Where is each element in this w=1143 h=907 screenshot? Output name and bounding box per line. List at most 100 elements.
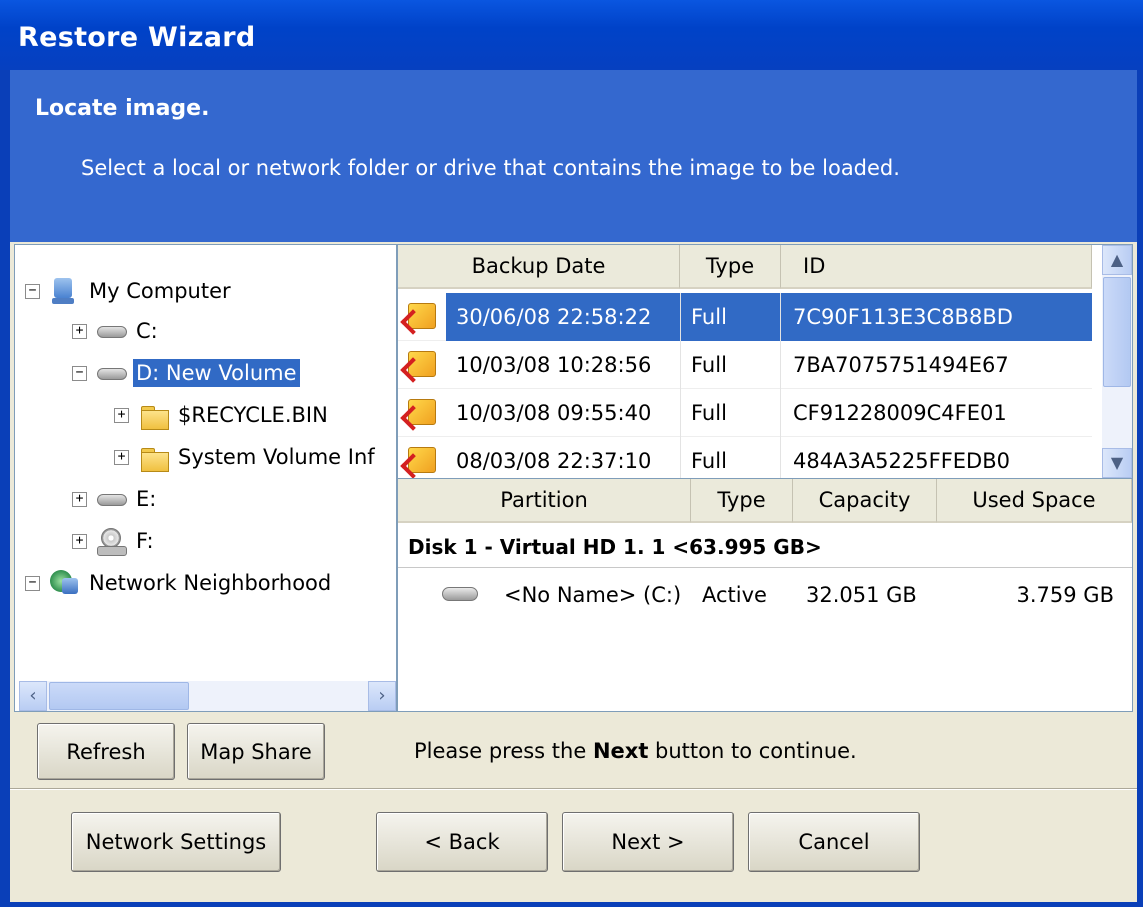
partition-type: Active — [702, 583, 767, 607]
backup-date: 10/03/08 09:55:40 — [456, 400, 652, 425]
expand-icon[interactable]: + — [72, 323, 87, 339]
tree-node-e-drive[interactable]: + E: — [72, 481, 159, 517]
backup-id: 7BA7075751494E67 — [780, 340, 1092, 389]
column-partition[interactable]: Partition — [398, 479, 691, 523]
step-title: Locate image. — [35, 96, 210, 121]
backup-row[interactable]: 10/03/08 10:28:56 Full 7BA7075751494E67 — [398, 340, 1092, 389]
message-text: Please press the — [414, 739, 593, 763]
collapse-icon[interactable]: − — [72, 365, 87, 381]
collapse-icon[interactable]: − — [25, 575, 40, 591]
drive-icon — [95, 358, 127, 388]
disk-label: Disk 1 - Virtual HD 1. 1 <63.995 GB> — [408, 535, 822, 559]
tree-node-label: $RECYCLE.BIN — [178, 403, 328, 427]
folder-tree[interactable]: − My Computer + C: − D: New Volume + $RE… — [14, 244, 397, 712]
partition-row: <No Name> (C:) Active 32.051 GB 3.759 GB — [398, 575, 1132, 615]
backup-image-icon — [398, 293, 446, 341]
backup-type: Full — [680, 388, 780, 437]
message-next-emphasis: Next — [592, 739, 649, 763]
column-partition-type[interactable]: Type — [691, 479, 793, 523]
tree-node-label: F: — [136, 529, 154, 553]
backup-image-icon — [398, 389, 446, 437]
expand-icon[interactable]: + — [114, 407, 129, 423]
folder-icon — [137, 442, 169, 472]
backup-type: Full — [680, 292, 780, 341]
tree-node-network-neighborhood[interactable]: − Network Neighborhood — [25, 565, 334, 601]
tree-node-label: System Volume Inf — [178, 445, 375, 469]
partition-header: Partition Type Capacity Used Space — [398, 479, 1132, 525]
backup-row[interactable]: 08/03/08 22:37:10 Full 484A3A5225FFEDB0 — [398, 436, 1092, 479]
tree-node-my-computer[interactable]: − My Computer — [25, 273, 234, 309]
tree-node-d-drive[interactable]: − D: New Volume — [72, 355, 300, 391]
backup-id: CF91228009C4FE01 — [780, 388, 1092, 437]
partition-drive-icon — [442, 585, 478, 601]
next-button[interactable]: Next > — [562, 812, 734, 872]
backup-list-header: Backup Date Type ID — [398, 245, 1092, 289]
scroll-right-icon[interactable]: › — [368, 681, 396, 711]
backup-image-icon — [398, 341, 446, 389]
backup-type: Full — [680, 436, 780, 478]
backup-id: 484A3A5225FFEDB0 — [780, 436, 1092, 478]
drive-icon — [95, 484, 127, 514]
expand-icon[interactable]: + — [72, 491, 87, 507]
divider — [398, 567, 1132, 568]
wizard-body: − My Computer + C: − D: New Volume + $RE… — [10, 242, 1137, 902]
folder-icon — [137, 400, 169, 430]
column-id[interactable]: ID — [781, 245, 1092, 289]
footer-divider — [10, 788, 1137, 790]
tree-node-label-selected: D: New Volume — [133, 359, 300, 387]
backup-image-icon — [398, 437, 446, 479]
tree-node-system-volume-info[interactable]: + System Volume Inf — [114, 439, 378, 475]
scroll-left-icon[interactable]: ‹ — [19, 681, 47, 711]
partition-name: <No Name> (C:) — [504, 583, 682, 607]
column-backup-date[interactable]: Backup Date — [398, 245, 680, 289]
backup-date: 30/06/08 22:58:22 — [446, 292, 680, 341]
partition-used-space: 3.759 GB — [1016, 583, 1114, 607]
column-used-space[interactable]: Used Space — [937, 479, 1132, 523]
tree-node-recycle-bin[interactable]: + $RECYCLE.BIN — [114, 397, 331, 433]
restore-wizard-window: Restore Wizard Locate image. Select a lo… — [0, 0, 1143, 907]
network-icon — [48, 568, 80, 598]
refresh-button[interactable]: Refresh — [37, 723, 175, 780]
scroll-up-icon[interactable]: ▲ — [1102, 245, 1132, 275]
backup-row[interactable]: 10/03/08 09:55:40 Full CF91228009C4FE01 — [398, 388, 1092, 437]
window-frame-right — [1137, 70, 1143, 907]
column-type[interactable]: Type — [680, 245, 781, 289]
window-frame-left — [0, 70, 10, 907]
window-title: Restore Wizard — [0, 0, 1143, 70]
map-share-button[interactable]: Map Share — [187, 723, 325, 780]
back-button[interactable]: < Back — [376, 812, 548, 872]
backup-type: Full — [680, 340, 780, 389]
continue-message: Please press the Next button to continue… — [414, 739, 857, 763]
expand-icon[interactable]: + — [72, 533, 87, 549]
scrollbar-thumb[interactable] — [49, 682, 189, 710]
column-capacity[interactable]: Capacity — [793, 479, 937, 523]
backup-list[interactable]: Backup Date Type ID 30/06/08 22:58:22 Fu… — [397, 244, 1133, 479]
backup-vertical-scrollbar[interactable]: ▲ ▼ — [1102, 245, 1132, 478]
window-frame-bottom — [0, 902, 1143, 907]
expand-icon[interactable]: + — [114, 449, 129, 465]
tree-node-label: My Computer — [89, 279, 231, 303]
network-settings-button[interactable]: Network Settings — [71, 812, 281, 872]
drive-icon — [95, 316, 127, 346]
backup-date: 08/03/08 22:37:10 — [456, 448, 652, 473]
wizard-header: Locate image. Select a local or network … — [10, 70, 1137, 242]
tree-horizontal-scrollbar[interactable]: ‹ › — [19, 681, 396, 711]
collapse-icon[interactable]: − — [25, 283, 40, 299]
cdrom-icon — [95, 526, 127, 556]
tree-node-label: E: — [136, 487, 157, 511]
computer-icon — [48, 276, 80, 306]
backup-id: 7C90F113E3C8B8BD — [780, 292, 1092, 341]
scroll-down-icon[interactable]: ▼ — [1102, 448, 1132, 478]
tree-node-c-drive[interactable]: + C: — [72, 313, 161, 349]
backup-date: 10/03/08 10:28:56 — [456, 352, 652, 377]
tree-node-f-drive[interactable]: + F: — [72, 523, 157, 559]
partition-panel: Partition Type Capacity Used Space Disk … — [397, 479, 1133, 712]
partition-capacity: 32.051 GB — [806, 583, 917, 607]
step-description: Select a local or network folder or driv… — [81, 156, 900, 180]
scrollbar-thumb[interactable] — [1103, 277, 1131, 387]
backup-row[interactable]: 30/06/08 22:58:22 Full 7C90F113E3C8B8BD — [398, 292, 1092, 341]
cancel-button[interactable]: Cancel — [748, 812, 920, 872]
tree-node-label: Network Neighborhood — [89, 571, 332, 595]
message-text: button to continue. — [648, 739, 857, 763]
tree-node-label: C: — [136, 319, 158, 343]
